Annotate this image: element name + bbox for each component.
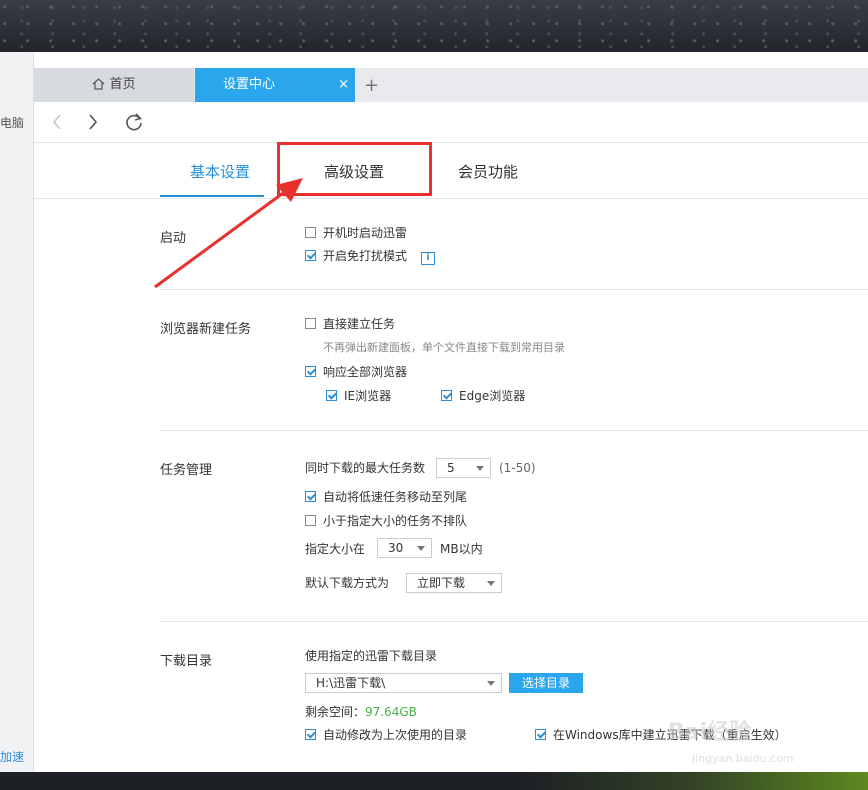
direct-task-hint: 不再弹出新建面板，单个文件直接下载到常用目录 xyxy=(323,341,565,354)
tab-settings-center[interactable]: 设置中心 × xyxy=(195,68,355,102)
checkbox-label: 开启免打扰模式 xyxy=(323,249,408,263)
select-value: 30 xyxy=(388,541,404,555)
sidebar-text-accelerate[interactable]: 加速 xyxy=(0,748,24,765)
refresh-icon[interactable] xyxy=(122,110,146,134)
checkbox-auto-start[interactable]: 开机时启动迅雷 xyxy=(305,225,407,241)
checkbox-label: 开机时启动迅雷 xyxy=(323,226,408,240)
max-tasks-range: (1-50) xyxy=(499,461,536,475)
desktop-background xyxy=(0,0,868,52)
checkbox-label: 小于指定大小的任务不排队 xyxy=(323,514,468,528)
download-mode-select[interactable]: 立即下载 xyxy=(406,573,502,593)
checkbox-label: 自动将低速任务移动至列尾 xyxy=(323,490,468,504)
tab-bar: 首页 设置中心 × + xyxy=(34,68,868,102)
nav-bar xyxy=(34,102,868,143)
checkbox-auto-last-dir[interactable]: 自动修改为上次使用的目录 xyxy=(305,727,467,743)
checkbox-box[interactable] xyxy=(305,491,316,502)
new-tab-button[interactable]: + xyxy=(364,68,379,102)
checkbox-edge-browser[interactable]: Edge浏览器 xyxy=(441,388,525,404)
checkbox-label: Edge浏览器 xyxy=(459,389,526,403)
free-space: 剩余空间：97.64GB xyxy=(305,704,417,720)
free-space-label: 剩余空间： xyxy=(305,705,366,719)
annotation-highlight-box xyxy=(277,142,432,196)
desktop-background-bottom xyxy=(0,772,868,790)
chevron-down-icon xyxy=(487,581,495,586)
section-label-browser: 浏览器新建任务 xyxy=(160,322,252,337)
checkbox-box[interactable] xyxy=(305,318,316,329)
checkbox-box[interactable] xyxy=(326,390,337,401)
use-dir-label: 使用指定的迅雷下载目录 xyxy=(305,649,438,663)
checkbox-ie-browser[interactable]: IE浏览器 xyxy=(326,388,391,404)
checkbox-dnd-mode[interactable]: 开启免打扰模式 i xyxy=(305,248,436,265)
left-sidebar: 电脑 加速 xyxy=(0,52,34,772)
checkbox-label: 直接建立任务 xyxy=(323,317,396,331)
settings-tabs: 基本设置 高级设置 会员功能 xyxy=(34,143,868,199)
forward-icon[interactable] xyxy=(80,110,104,134)
choose-directory-button[interactable]: 选择目录 xyxy=(509,673,583,693)
section-label-task: 任务管理 xyxy=(160,463,213,478)
checkbox-label: 响应全部浏览器 xyxy=(323,365,408,379)
chevron-down-icon xyxy=(476,466,484,471)
info-icon[interactable]: i xyxy=(421,252,436,265)
thunder-window: 电脑 加速 首页 设置中心 × + 基本设置 高级设置 会员功能 xyxy=(0,52,868,772)
section-label-download-dir: 下载目录 xyxy=(160,654,213,669)
size-select[interactable]: 30 xyxy=(377,538,432,558)
checkbox-box[interactable] xyxy=(305,515,316,526)
max-tasks-label: 同时下载的最大任务数 xyxy=(305,461,426,475)
checkbox-direct-task[interactable]: 直接建立任务 xyxy=(305,316,395,332)
select-value: 5 xyxy=(447,461,455,475)
tab-home-label: 首页 xyxy=(109,77,136,92)
tab-home[interactable]: 首页 xyxy=(34,68,194,102)
checkbox-box[interactable] xyxy=(535,729,546,740)
size-unit: MB以内 xyxy=(440,542,483,556)
watermark-url: jingyan.baidu.com xyxy=(692,752,794,765)
tab-basic-settings[interactable]: 基本设置 xyxy=(190,161,250,182)
checkbox-box[interactable] xyxy=(305,227,316,238)
select-value: 立即下载 xyxy=(417,576,466,590)
chevron-down-icon xyxy=(417,546,425,551)
section-label-startup: 启动 xyxy=(160,231,187,246)
close-icon[interactable]: × xyxy=(338,68,349,102)
chevron-down-icon xyxy=(487,681,495,686)
tab-member-features[interactable]: 会员功能 xyxy=(458,161,518,182)
section-divider xyxy=(160,430,868,431)
select-value: H:\迅雷下载\ xyxy=(316,676,386,690)
checkbox-all-browsers[interactable]: 响应全部浏览器 xyxy=(305,364,407,380)
checkbox-box[interactable] xyxy=(305,250,316,261)
free-space-value: 97.64GB xyxy=(365,705,417,719)
section-divider xyxy=(160,289,868,290)
watermark-logo: Bai经验 xyxy=(668,720,752,745)
checkbox-box[interactable] xyxy=(305,366,316,377)
sidebar-text-computer[interactable]: 电脑 xyxy=(0,114,24,131)
home-icon xyxy=(93,78,105,90)
download-path-select[interactable]: H:\迅雷下载\ xyxy=(305,673,502,693)
tab-settings-label: 设置中心 xyxy=(223,77,276,92)
section-divider xyxy=(160,621,868,622)
active-tab-underline xyxy=(160,195,264,197)
download-mode-label: 默认下载方式为 xyxy=(305,576,390,590)
checkbox-box[interactable] xyxy=(441,390,452,401)
max-tasks-select[interactable]: 5 xyxy=(436,458,491,478)
checkbox-label: IE浏览器 xyxy=(344,389,392,403)
size-label: 指定大小在 xyxy=(305,542,366,556)
back-icon[interactable] xyxy=(46,110,70,134)
checkbox-box[interactable] xyxy=(305,729,316,740)
checkbox-small-no-queue[interactable]: 小于指定大小的任务不排队 xyxy=(305,513,467,529)
checkbox-label: 自动修改为上次使用的目录 xyxy=(323,728,468,742)
checkbox-slow-tasks[interactable]: 自动将低速任务移动至列尾 xyxy=(305,489,467,505)
